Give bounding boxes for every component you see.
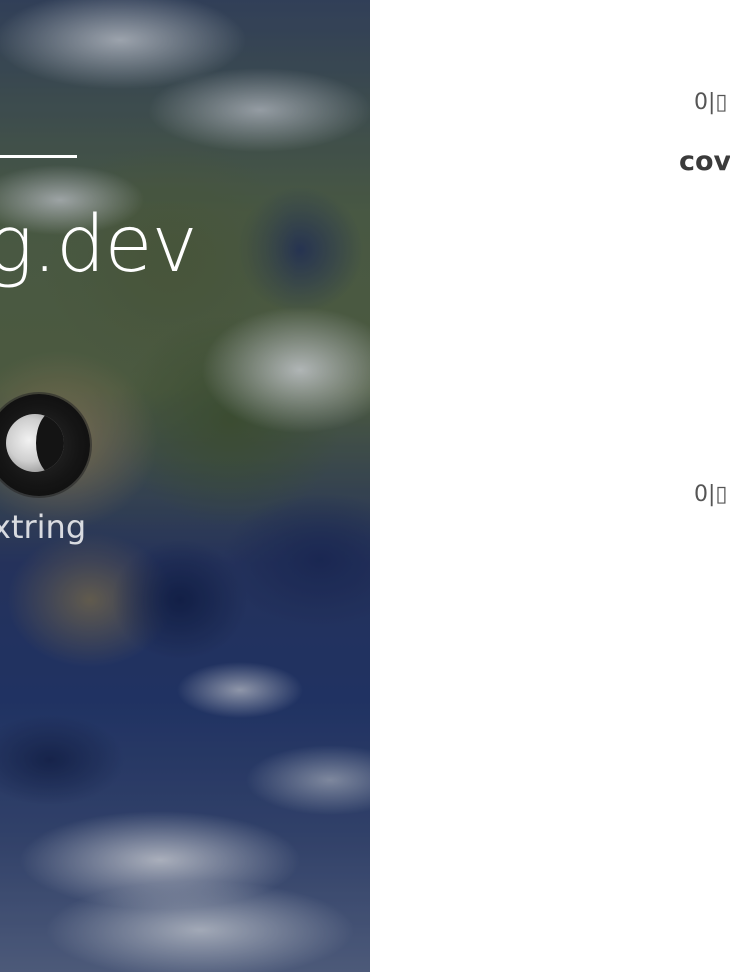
author-name: xtring — [0, 508, 87, 546]
post-list: 0|▯ cov 0|▯ — [370, 0, 730, 972]
post-title-link[interactable]: cov — [679, 146, 730, 177]
page: ng.dev xtring 0|▯ cov 0|▯ — [0, 0, 730, 972]
avatar[interactable] — [0, 394, 90, 496]
post-meta: 0|▯ — [694, 482, 728, 507]
hero-divider — [0, 155, 77, 158]
site-title[interactable]: ng.dev — [0, 200, 198, 290]
hero-sidebar: ng.dev xtring — [0, 0, 370, 972]
post-meta: 0|▯ — [694, 90, 728, 115]
moon-avatar-icon — [6, 414, 64, 472]
